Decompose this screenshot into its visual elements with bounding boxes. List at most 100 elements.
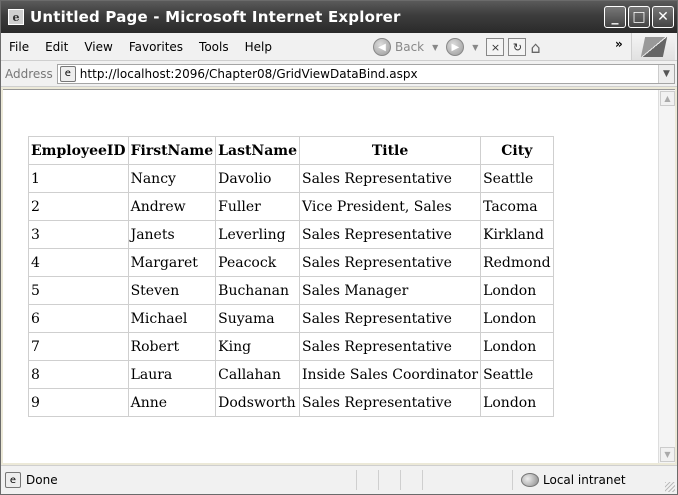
address-label: Address [5, 66, 53, 81]
ie-app-icon: e [8, 9, 24, 25]
back-arrow-icon: ◀ [373, 38, 391, 56]
scroll-up-arrow-icon[interactable]: ▲ [660, 91, 675, 106]
cell-first-name: Robert [127, 332, 217, 361]
cell-title: Sales Representative [299, 248, 482, 277]
zone-label: Local intranet [543, 473, 626, 487]
grid-header-row: EmployeeID FirstName LastName Title City [28, 136, 554, 165]
cell-last-name: Fuller [215, 192, 301, 221]
cell-title: Inside Sales Coordinator [299, 360, 482, 389]
cell-last-name: Callahan [215, 360, 301, 389]
cell-city: Redmond [480, 248, 554, 277]
cell-title: Sales Representative [299, 304, 482, 333]
cell-city: Seattle [480, 164, 554, 193]
status-segment [356, 470, 378, 490]
cell-city: London [480, 276, 554, 305]
scroll-down-arrow-icon[interactable]: ▼ [660, 447, 675, 462]
refresh-icon[interactable]: ↻ [508, 38, 527, 56]
cell-employee-id: 8 [28, 360, 129, 389]
cell-title: Sales Representative [299, 388, 482, 417]
cell-first-name: Laura [127, 360, 217, 389]
table-row: 7 Robert King Sales Representative Londo… [28, 332, 554, 361]
address-dropdown-icon[interactable]: ▼ [658, 64, 674, 83]
menu-favorites[interactable]: Favorites [121, 40, 191, 54]
forward-dropdown-icon[interactable]: ▼ [472, 43, 478, 52]
home-icon[interactable]: ⌂ [530, 38, 540, 57]
menu-bar: File Edit View Favorites Tools Help ◀ Ba… [1, 33, 677, 61]
header-first-name: FirstName [127, 136, 217, 165]
resize-grip-icon[interactable] [665, 482, 675, 492]
cell-title: Sales Representative [299, 220, 482, 249]
table-row: 8 Laura Callahan Inside Sales Coordinato… [28, 360, 554, 389]
back-dropdown-icon[interactable]: ▼ [432, 43, 438, 52]
close-button[interactable]: ✕ [652, 6, 674, 28]
browser-window: e Untitled Page - Microsoft Internet Exp… [0, 0, 678, 495]
security-zone[interactable]: Local intranet [512, 470, 626, 490]
title-bar[interactable]: e Untitled Page - Microsoft Internet Exp… [1, 1, 677, 33]
cell-first-name: Michael [127, 304, 217, 333]
back-button[interactable]: ◀ Back ▼ [373, 38, 442, 56]
address-input[interactable]: e http://localhost:2096/Chapter08/GridVi… [56, 63, 675, 84]
menu-help[interactable]: Help [237, 40, 280, 54]
cell-last-name: Davolio [215, 164, 301, 193]
window-controls: _ □ ✕ [604, 6, 674, 28]
cell-employee-id: 9 [28, 388, 129, 417]
cell-first-name: Nancy [127, 164, 217, 193]
toolbar-overflow-chevron[interactable]: » [615, 37, 623, 51]
table-row: 6 Michael Suyama Sales Representative Lo… [28, 304, 554, 333]
windows-flag-icon [640, 36, 667, 57]
forward-button[interactable]: ▶ [446, 38, 465, 56]
cell-city: Kirkland [480, 220, 554, 249]
stop-icon[interactable]: × [486, 38, 505, 56]
status-segment [378, 470, 400, 490]
vertical-scrollbar[interactable]: ▲ ▼ [658, 90, 675, 463]
cell-city: London [480, 388, 554, 417]
cell-title: Sales Manager [299, 276, 482, 305]
address-bar: Address e http://localhost:2096/Chapter0… [1, 61, 677, 87]
cell-city: Tacoma [480, 192, 554, 221]
cell-first-name: Anne [127, 388, 217, 417]
cell-first-name: Steven [127, 276, 217, 305]
status-segment [422, 470, 444, 490]
cell-employee-id: 7 [28, 332, 129, 361]
cell-title: Vice President, Sales [299, 192, 482, 221]
cell-first-name: Margaret [127, 248, 217, 277]
intranet-zone-icon [521, 473, 539, 487]
employee-grid: EmployeeID FirstName LastName Title City… [28, 136, 554, 417]
table-row: 1 Nancy Davolio Sales Representative Sea… [28, 164, 554, 193]
address-url[interactable]: http://localhost:2096/Chapter08/GridView… [80, 67, 418, 81]
cell-last-name: Suyama [215, 304, 301, 333]
cell-title: Sales Representative [299, 332, 482, 361]
cell-last-name: Buchanan [215, 276, 301, 305]
page-icon: e [59, 65, 76, 82]
menu-file[interactable]: File [1, 40, 37, 54]
cell-first-name: Janets [127, 220, 217, 249]
header-city: City [480, 136, 554, 165]
cell-employee-id: 3 [28, 220, 129, 249]
cell-last-name: Peacock [215, 248, 301, 277]
cell-employee-id: 1 [28, 164, 129, 193]
cell-first-name: Andrew [127, 192, 217, 221]
minimize-button[interactable]: _ [604, 6, 626, 28]
header-last-name: LastName [215, 136, 301, 165]
header-employee-id: EmployeeID [28, 136, 129, 165]
status-text: Done [26, 473, 58, 487]
page-viewport: EmployeeID FirstName LastName Title City… [3, 89, 675, 463]
maximize-button[interactable]: □ [628, 6, 650, 28]
cell-last-name: King [215, 332, 301, 361]
windows-logo [631, 33, 675, 60]
menu-view[interactable]: View [76, 40, 120, 54]
cell-title: Sales Representative [299, 164, 482, 193]
toolbar: ◀ Back ▼ ▶ ▼ × ↻ ⌂ [373, 33, 541, 61]
menu-tools[interactable]: Tools [191, 40, 237, 54]
menu-edit[interactable]: Edit [37, 40, 76, 54]
window-title: Untitled Page - Microsoft Internet Explo… [30, 8, 401, 26]
cell-city: London [480, 304, 554, 333]
cell-employee-id: 2 [28, 192, 129, 221]
table-row: 9 Anne Dodsworth Sales Representative Lo… [28, 388, 554, 417]
status-segment [400, 470, 422, 490]
table-row: 4 Margaret Peacock Sales Representative … [28, 248, 554, 277]
cell-last-name: Dodsworth [215, 388, 301, 417]
header-title: Title [299, 136, 482, 165]
table-row: 3 Janets Leverling Sales Representative … [28, 220, 554, 249]
table-row: 2 Andrew Fuller Vice President, Sales Ta… [28, 192, 554, 221]
